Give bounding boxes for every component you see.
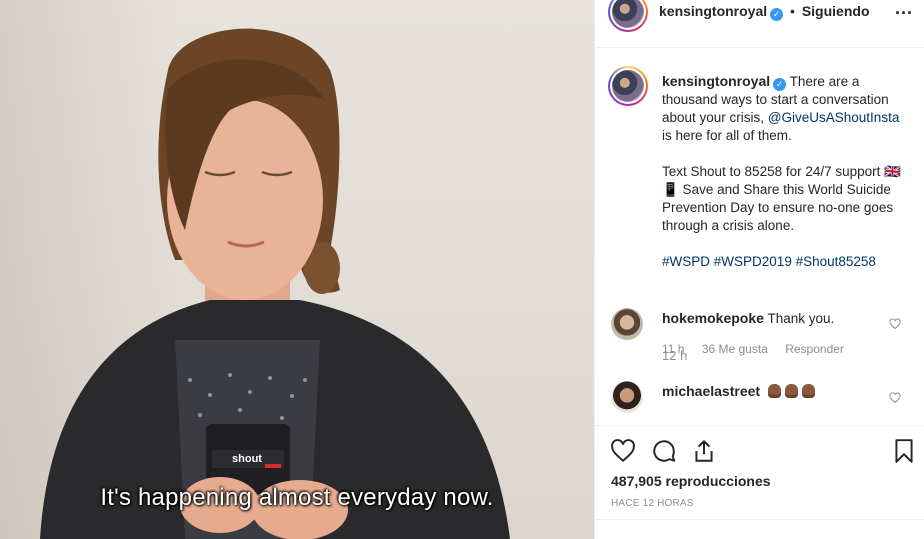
like-comment-heart-icon[interactable] xyxy=(889,318,901,330)
caption-avatar[interactable] xyxy=(608,66,648,106)
commenter-avatar[interactable] xyxy=(611,381,643,413)
more-options-icon[interactable]: ... xyxy=(895,0,913,19)
like-comment-heart-icon[interactable] xyxy=(889,392,901,404)
caption-paragraph-2: Text Shout to 85258 for 24/7 support 🇬🇧📱… xyxy=(662,164,901,233)
post-actions: 487,905 reproducciones HACE 12 HORAS xyxy=(595,425,924,539)
clapping-hands-icon xyxy=(801,384,815,398)
author-avatar[interactable] xyxy=(608,0,648,32)
comment-text: Thank you. xyxy=(767,311,835,326)
like-heart-icon[interactable] xyxy=(610,438,636,464)
phone-logo: shout xyxy=(232,453,262,465)
hashtag-link[interactable]: #WSPD xyxy=(662,254,710,269)
clapping-hands-icon xyxy=(784,384,798,398)
clapping-hands-icon xyxy=(767,384,781,398)
reply-button[interactable]: Responder xyxy=(785,342,844,356)
hashtag-link[interactable]: #WSPD2019 xyxy=(714,254,792,269)
save-bookmark-icon[interactable] xyxy=(891,438,917,464)
comment-bubble-icon[interactable] xyxy=(651,438,677,464)
commenter-username[interactable]: hokemokepoke xyxy=(662,310,764,326)
commenter-username[interactable]: michaelastreet xyxy=(662,383,760,399)
video-frame-person: shout xyxy=(40,28,510,539)
comment-timestamp[interactable]: 11 h xyxy=(662,342,684,356)
post-time[interactable]: HACE 12 HORAS xyxy=(611,498,694,509)
commenter-avatar[interactable] xyxy=(611,308,643,340)
comment-input-bar xyxy=(595,519,924,539)
mention-link[interactable]: @GiveUsAShoutInsta xyxy=(768,110,900,125)
post-sidebar: kensingtonroyal ✓ • Siguiendo ... kensing… xyxy=(594,0,924,539)
caption-text-end: is here for all of them. xyxy=(662,128,792,143)
post-header: kensingtonroyal ✓ • Siguiendo ... xyxy=(595,0,924,48)
verified-badge-icon: ✓ xyxy=(770,8,784,21)
hashtag-link[interactable]: #Shout85258 xyxy=(796,254,876,269)
following-button[interactable]: Siguiendo xyxy=(802,3,870,19)
author-username[interactable]: kensingtonroyal xyxy=(659,3,767,19)
comment-likes[interactable]: 36 Me gusta xyxy=(702,342,768,356)
video-player[interactable]: shout It's happening almost everyday now… xyxy=(0,0,594,539)
caption-username[interactable]: kensingtonroyal xyxy=(662,73,770,89)
verified-badge-icon: ✓ xyxy=(773,78,787,91)
share-icon[interactable] xyxy=(691,438,717,464)
video-subtitle: It's happening almost everyday now. xyxy=(100,484,494,511)
view-count[interactable]: 487,905 reproducciones xyxy=(611,473,771,489)
separator-dot: • xyxy=(790,3,795,19)
